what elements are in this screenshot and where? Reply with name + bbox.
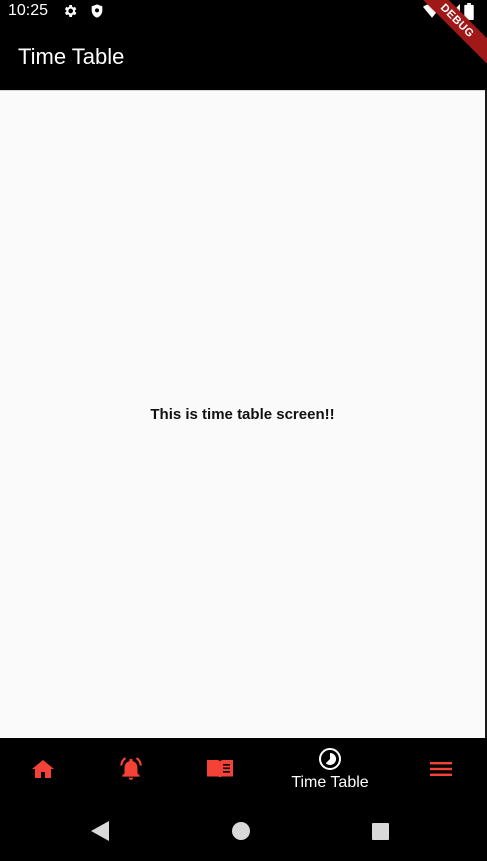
system-navigation-bar bbox=[0, 800, 487, 861]
phone-screen: 10:25 Time Table DEBUG This is time tabl… bbox=[0, 0, 487, 861]
back-icon[interactable] bbox=[91, 821, 109, 841]
screen-message: This is time table screen!! bbox=[150, 406, 335, 423]
nav-item-time-table[interactable]: Time Table bbox=[280, 738, 380, 800]
status-time: 10:25 bbox=[8, 2, 49, 19]
app-bar: Time Table bbox=[0, 24, 485, 90]
status-bar: 10:25 bbox=[0, 0, 487, 24]
nav-item-label: Time Table bbox=[291, 773, 369, 791]
home-icon bbox=[32, 760, 54, 778]
nav-item-home[interactable] bbox=[22, 738, 64, 800]
nav-item-alerts[interactable] bbox=[110, 738, 152, 800]
home-circle-icon[interactable] bbox=[232, 822, 250, 840]
timelapse-icon bbox=[319, 747, 341, 770]
bottom-navigation-bar: Time Table bbox=[0, 738, 487, 800]
main-content: This is time table screen!! bbox=[0, 90, 485, 738]
nav-item-books[interactable] bbox=[197, 738, 243, 800]
recents-icon[interactable] bbox=[372, 823, 389, 840]
bell-icon bbox=[120, 757, 142, 780]
nav-item-menu[interactable] bbox=[420, 738, 462, 800]
book-icon bbox=[207, 760, 233, 778]
shield-icon bbox=[91, 4, 103, 18]
gear-icon bbox=[64, 5, 77, 17]
menu-icon bbox=[430, 762, 452, 776]
page-title: Time Table bbox=[18, 44, 125, 69]
